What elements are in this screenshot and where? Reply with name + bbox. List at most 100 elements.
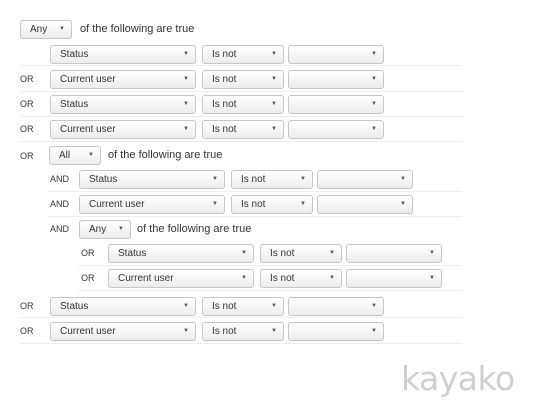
row-separator (78, 290, 462, 291)
chevron-down-icon: ▼ (183, 101, 189, 107)
operator-value: Is not (212, 49, 237, 60)
nested-group-phrase: of the following are true (108, 149, 223, 161)
row-conjunction: AND (50, 174, 70, 184)
chevron-down-icon: ▼ (371, 126, 377, 132)
field-select[interactable]: Current user ▼ (79, 195, 225, 214)
field-select[interactable]: Current user ▼ (108, 269, 254, 288)
row-conjunction: OR (20, 99, 34, 109)
field-value: Current user (60, 124, 116, 135)
field-select[interactable]: Current user ▼ (50, 322, 196, 341)
operator-select[interactable]: Is not ▼ (202, 322, 284, 341)
row-separator (20, 65, 462, 66)
chevron-down-icon: ▼ (271, 76, 277, 82)
chevron-down-icon: ▼ (59, 26, 65, 32)
chevron-down-icon: ▼ (183, 328, 189, 334)
field-value: Status (60, 49, 89, 60)
row-separator (48, 216, 462, 217)
chevron-down-icon: ▼ (241, 250, 247, 256)
chevron-down-icon: ▼ (371, 328, 377, 334)
chevron-down-icon: ▼ (241, 275, 247, 281)
inner-quantifier-value: Any (89, 224, 107, 235)
row-separator (20, 141, 462, 142)
inner-group-phrase: of the following are true (137, 223, 252, 235)
operator-select[interactable]: Is not ▼ (231, 195, 313, 214)
top-group-phrase: of the following are true (80, 23, 195, 35)
operator-select[interactable]: Is not ▼ (202, 95, 284, 114)
chevron-down-icon: ▼ (271, 126, 277, 132)
field-value: Status (118, 248, 147, 259)
value-select[interactable]: ▼ (288, 322, 384, 341)
chevron-down-icon: ▼ (300, 176, 306, 182)
chevron-down-icon: ▼ (271, 328, 277, 334)
operator-select[interactable]: Is not ▼ (202, 120, 284, 139)
chevron-down-icon: ▼ (88, 152, 94, 158)
field-select[interactable]: Status ▼ (50, 45, 196, 64)
row-conjunction: OR (20, 326, 34, 336)
value-select[interactable]: ▼ (288, 95, 384, 114)
operator-select[interactable]: Is not ▼ (231, 170, 313, 189)
value-select[interactable]: ▼ (288, 45, 384, 64)
inner-group-conjunction: AND (50, 224, 70, 234)
chevron-down-icon: ▼ (371, 303, 377, 309)
value-select[interactable]: ▼ (288, 70, 384, 89)
nested-quantifier-select[interactable]: All ▼ (49, 146, 101, 165)
chevron-down-icon: ▼ (183, 126, 189, 132)
value-select[interactable]: ▼ (288, 120, 384, 139)
field-value: Current user (60, 74, 116, 85)
chevron-down-icon: ▼ (271, 303, 277, 309)
operator-value: Is not (212, 99, 237, 110)
operator-value: Is not (270, 273, 295, 284)
value-select[interactable]: ▼ (288, 297, 384, 316)
top-quantifier-select[interactable]: Any ▼ (20, 20, 72, 39)
field-select[interactable]: Status ▼ (50, 297, 196, 316)
chevron-down-icon: ▼ (271, 51, 277, 57)
chevron-down-icon: ▼ (183, 303, 189, 309)
value-select[interactable]: ▼ (317, 170, 413, 189)
chevron-down-icon: ▼ (371, 76, 377, 82)
operator-value: Is not (212, 124, 237, 135)
row-separator (20, 343, 462, 344)
operator-select[interactable]: Is not ▼ (202, 70, 284, 89)
row-conjunction: OR (81, 248, 95, 258)
row-conjunction: OR (20, 74, 34, 84)
chevron-down-icon: ▼ (300, 201, 306, 207)
value-select[interactable]: ▼ (317, 195, 413, 214)
row-conjunction: OR (81, 273, 95, 283)
value-select[interactable]: ▼ (346, 244, 442, 263)
chevron-down-icon: ▼ (271, 101, 277, 107)
field-value: Current user (60, 326, 116, 337)
field-select[interactable]: Status ▼ (50, 95, 196, 114)
inner-quantifier-select[interactable]: Any ▼ (79, 220, 131, 239)
row-separator (20, 91, 462, 92)
chevron-down-icon: ▼ (118, 226, 124, 232)
row-conjunction: AND (50, 199, 70, 209)
operator-value: Is not (241, 174, 266, 185)
operator-select[interactable]: Is not ▼ (260, 244, 342, 263)
field-select[interactable]: Current user ▼ (50, 70, 196, 89)
chevron-down-icon: ▼ (212, 201, 218, 207)
field-select[interactable]: Status ▼ (79, 170, 225, 189)
operator-value: Is not (212, 74, 237, 85)
operator-select[interactable]: Is not ▼ (202, 297, 284, 316)
field-value: Status (60, 301, 89, 312)
row-conjunction: OR (20, 301, 34, 311)
chevron-down-icon: ▼ (371, 101, 377, 107)
operator-value: Is not (212, 326, 237, 337)
operator-select[interactable]: Is not ▼ (202, 45, 284, 64)
field-value: Current user (89, 199, 145, 210)
field-select[interactable]: Status ▼ (108, 244, 254, 263)
chevron-down-icon: ▼ (212, 176, 218, 182)
value-select[interactable]: ▼ (346, 269, 442, 288)
field-select[interactable]: Current user ▼ (50, 120, 196, 139)
chevron-down-icon: ▼ (400, 201, 406, 207)
chevron-down-icon: ▼ (329, 250, 335, 256)
operator-value: Is not (241, 199, 266, 210)
chevron-down-icon: ▼ (183, 51, 189, 57)
operator-select[interactable]: Is not ▼ (260, 269, 342, 288)
row-conjunction: OR (20, 124, 34, 134)
kayako-logo: kayako (401, 359, 515, 398)
row-separator (20, 116, 462, 117)
row-separator (48, 191, 462, 192)
field-value: Current user (118, 273, 174, 284)
operator-value: Is not (212, 301, 237, 312)
